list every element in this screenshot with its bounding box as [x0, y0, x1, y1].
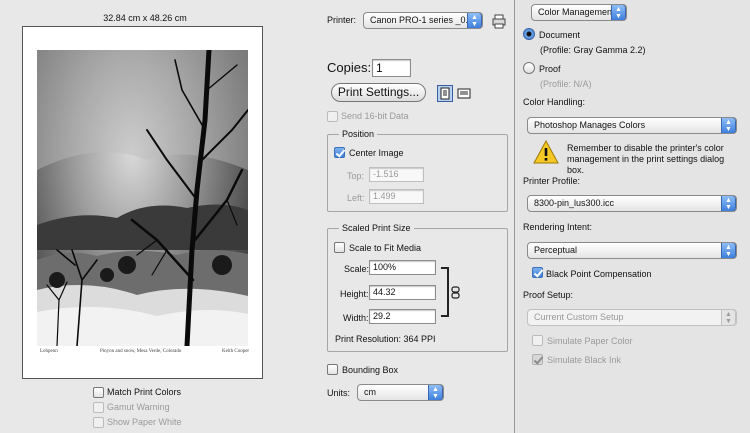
center-image-label: Center Image: [349, 148, 404, 158]
print-resolution: Print Resolution: 364 PPI: [335, 334, 436, 344]
popup-arrows-icon: ▲ ▼: [467, 13, 482, 28]
proof-profile: (Profile: N/A): [540, 79, 592, 89]
rendering-intent-popup[interactable]: Perceptual ▲ ▼: [527, 242, 737, 259]
black-point-label: Black Point Compensation: [546, 269, 652, 279]
show-paper-white-checkbox[interactable]: [93, 417, 104, 428]
printer-value: Canon PRO-1 series _0...: [370, 15, 474, 25]
copies-label: Copies:: [327, 60, 372, 75]
top-label: Top:: [347, 171, 365, 181]
paper-size-label: 32.84 cm x 48.26 cm: [103, 13, 187, 23]
preview-caption-left: Lohpenn: [40, 349, 58, 354]
width-field[interactable]: 29.2: [369, 309, 436, 324]
printer-setup-icon[interactable]: [492, 13, 506, 29]
proof-label: Proof: [539, 64, 561, 74]
bounding-box-label: Bounding Box: [342, 365, 399, 375]
popup-arrows-icon: ▲ ▼: [721, 243, 736, 258]
black-point-checkbox[interactable]: [532, 267, 543, 278]
preview-caption-right: Keith Cooper: [222, 349, 250, 354]
match-print-colors-label: Match Print Colors: [107, 387, 182, 397]
warning-icon: [533, 139, 559, 164]
printer-profile-value: 8300-pin_lus300.icc: [534, 198, 615, 208]
color-handling-popup[interactable]: Photoshop Manages Colors ▲ ▼: [527, 117, 737, 134]
position-title: Position: [339, 129, 378, 139]
rendering-intent-value: Perceptual: [534, 245, 578, 255]
units-popup[interactable]: cm ▲ ▼: [357, 384, 444, 401]
preview-image: [37, 50, 248, 346]
preview-caption: Pinyon and snow, Mesa Verde, Colorado: [100, 349, 182, 354]
simulate-paper-label: Simulate Paper Color: [547, 336, 633, 346]
show-paper-white-label: Show Paper White: [107, 417, 182, 427]
section-popup[interactable]: Color Management ▲ ▼: [531, 4, 627, 21]
popup-arrows-icon: ▲ ▼: [721, 118, 736, 133]
document-profile: (Profile: Gray Gamma 2.2): [540, 45, 646, 55]
popup-arrows-icon: ▲ ▼: [611, 5, 626, 20]
gamut-warning-checkbox[interactable]: [93, 402, 104, 413]
printer-profile-label: Printer Profile:: [523, 176, 581, 186]
document-label: Document: [539, 30, 581, 40]
proof-radio[interactable]: [523, 62, 535, 74]
scale-to-fit-label: Scale to Fit Media: [349, 243, 422, 253]
copies-field[interactable]: 1: [372, 59, 411, 77]
printer-popup[interactable]: Canon PRO-1 series _0... ▲ ▼: [363, 12, 483, 29]
printer-label: Printer:: [327, 15, 357, 25]
color-handling-label: Color Handling:: [523, 97, 586, 107]
units-label: Units:: [327, 388, 351, 398]
simulate-paper-checkbox[interactable]: [532, 335, 543, 346]
height-field[interactable]: 44.32: [369, 285, 436, 300]
simulate-ink-checkbox[interactable]: [532, 354, 543, 365]
popup-arrows-icon: ▲ ▼: [721, 196, 736, 211]
scale-label: Scale:: [344, 264, 370, 274]
units-value: cm: [364, 387, 376, 397]
proof-setup-popup[interactable]: Current Custom Setup ▲ ▼: [527, 309, 737, 326]
section-value: Color Management: [538, 7, 615, 17]
proof-setup-value: Current Custom Setup: [534, 312, 624, 322]
color-handling-value: Photoshop Manages Colors: [534, 120, 646, 130]
proof-setup-label: Proof Setup:: [523, 290, 574, 300]
height-label: Height:: [340, 289, 369, 299]
warning-text: Remember to disable the printer's color …: [567, 143, 725, 175]
document-radio[interactable]: [523, 28, 535, 40]
popup-arrows-icon: ▲ ▼: [428, 385, 443, 400]
scale-field[interactable]: 100%: [369, 260, 436, 275]
scale-to-fit-checkbox[interactable]: [334, 242, 345, 253]
width-label: Width:: [343, 313, 369, 323]
portrait-orientation-icon[interactable]: [437, 85, 453, 102]
landscape-orientation-icon[interactable]: [456, 85, 472, 102]
rendering-intent-label: Rendering Intent:: [523, 222, 593, 232]
left-label: Left:: [347, 193, 365, 203]
print-settings-button[interactable]: Print Settings...: [331, 83, 426, 102]
link-bracket: [441, 267, 449, 317]
center-image-checkbox[interactable]: [334, 147, 345, 158]
popup-arrows-icon: ▲ ▼: [721, 310, 736, 325]
link-chain-icon[interactable]: [451, 286, 460, 299]
gamut-warning-label: Gamut Warning: [107, 402, 170, 412]
top-field[interactable]: -1.516: [369, 167, 424, 182]
send-16bit-label: Send 16-bit Data: [341, 111, 409, 121]
send-16bit-checkbox[interactable]: [327, 111, 338, 122]
simulate-ink-label: Simulate Black Ink: [547, 355, 622, 365]
left-field[interactable]: 1.499: [369, 189, 424, 204]
match-print-colors-checkbox[interactable]: [93, 387, 104, 398]
printer-profile-popup[interactable]: 8300-pin_lus300.icc ▲ ▼: [527, 195, 737, 212]
bounding-box-checkbox[interactable]: [327, 364, 338, 375]
scaled-print-size-title: Scaled Print Size: [339, 223, 414, 233]
